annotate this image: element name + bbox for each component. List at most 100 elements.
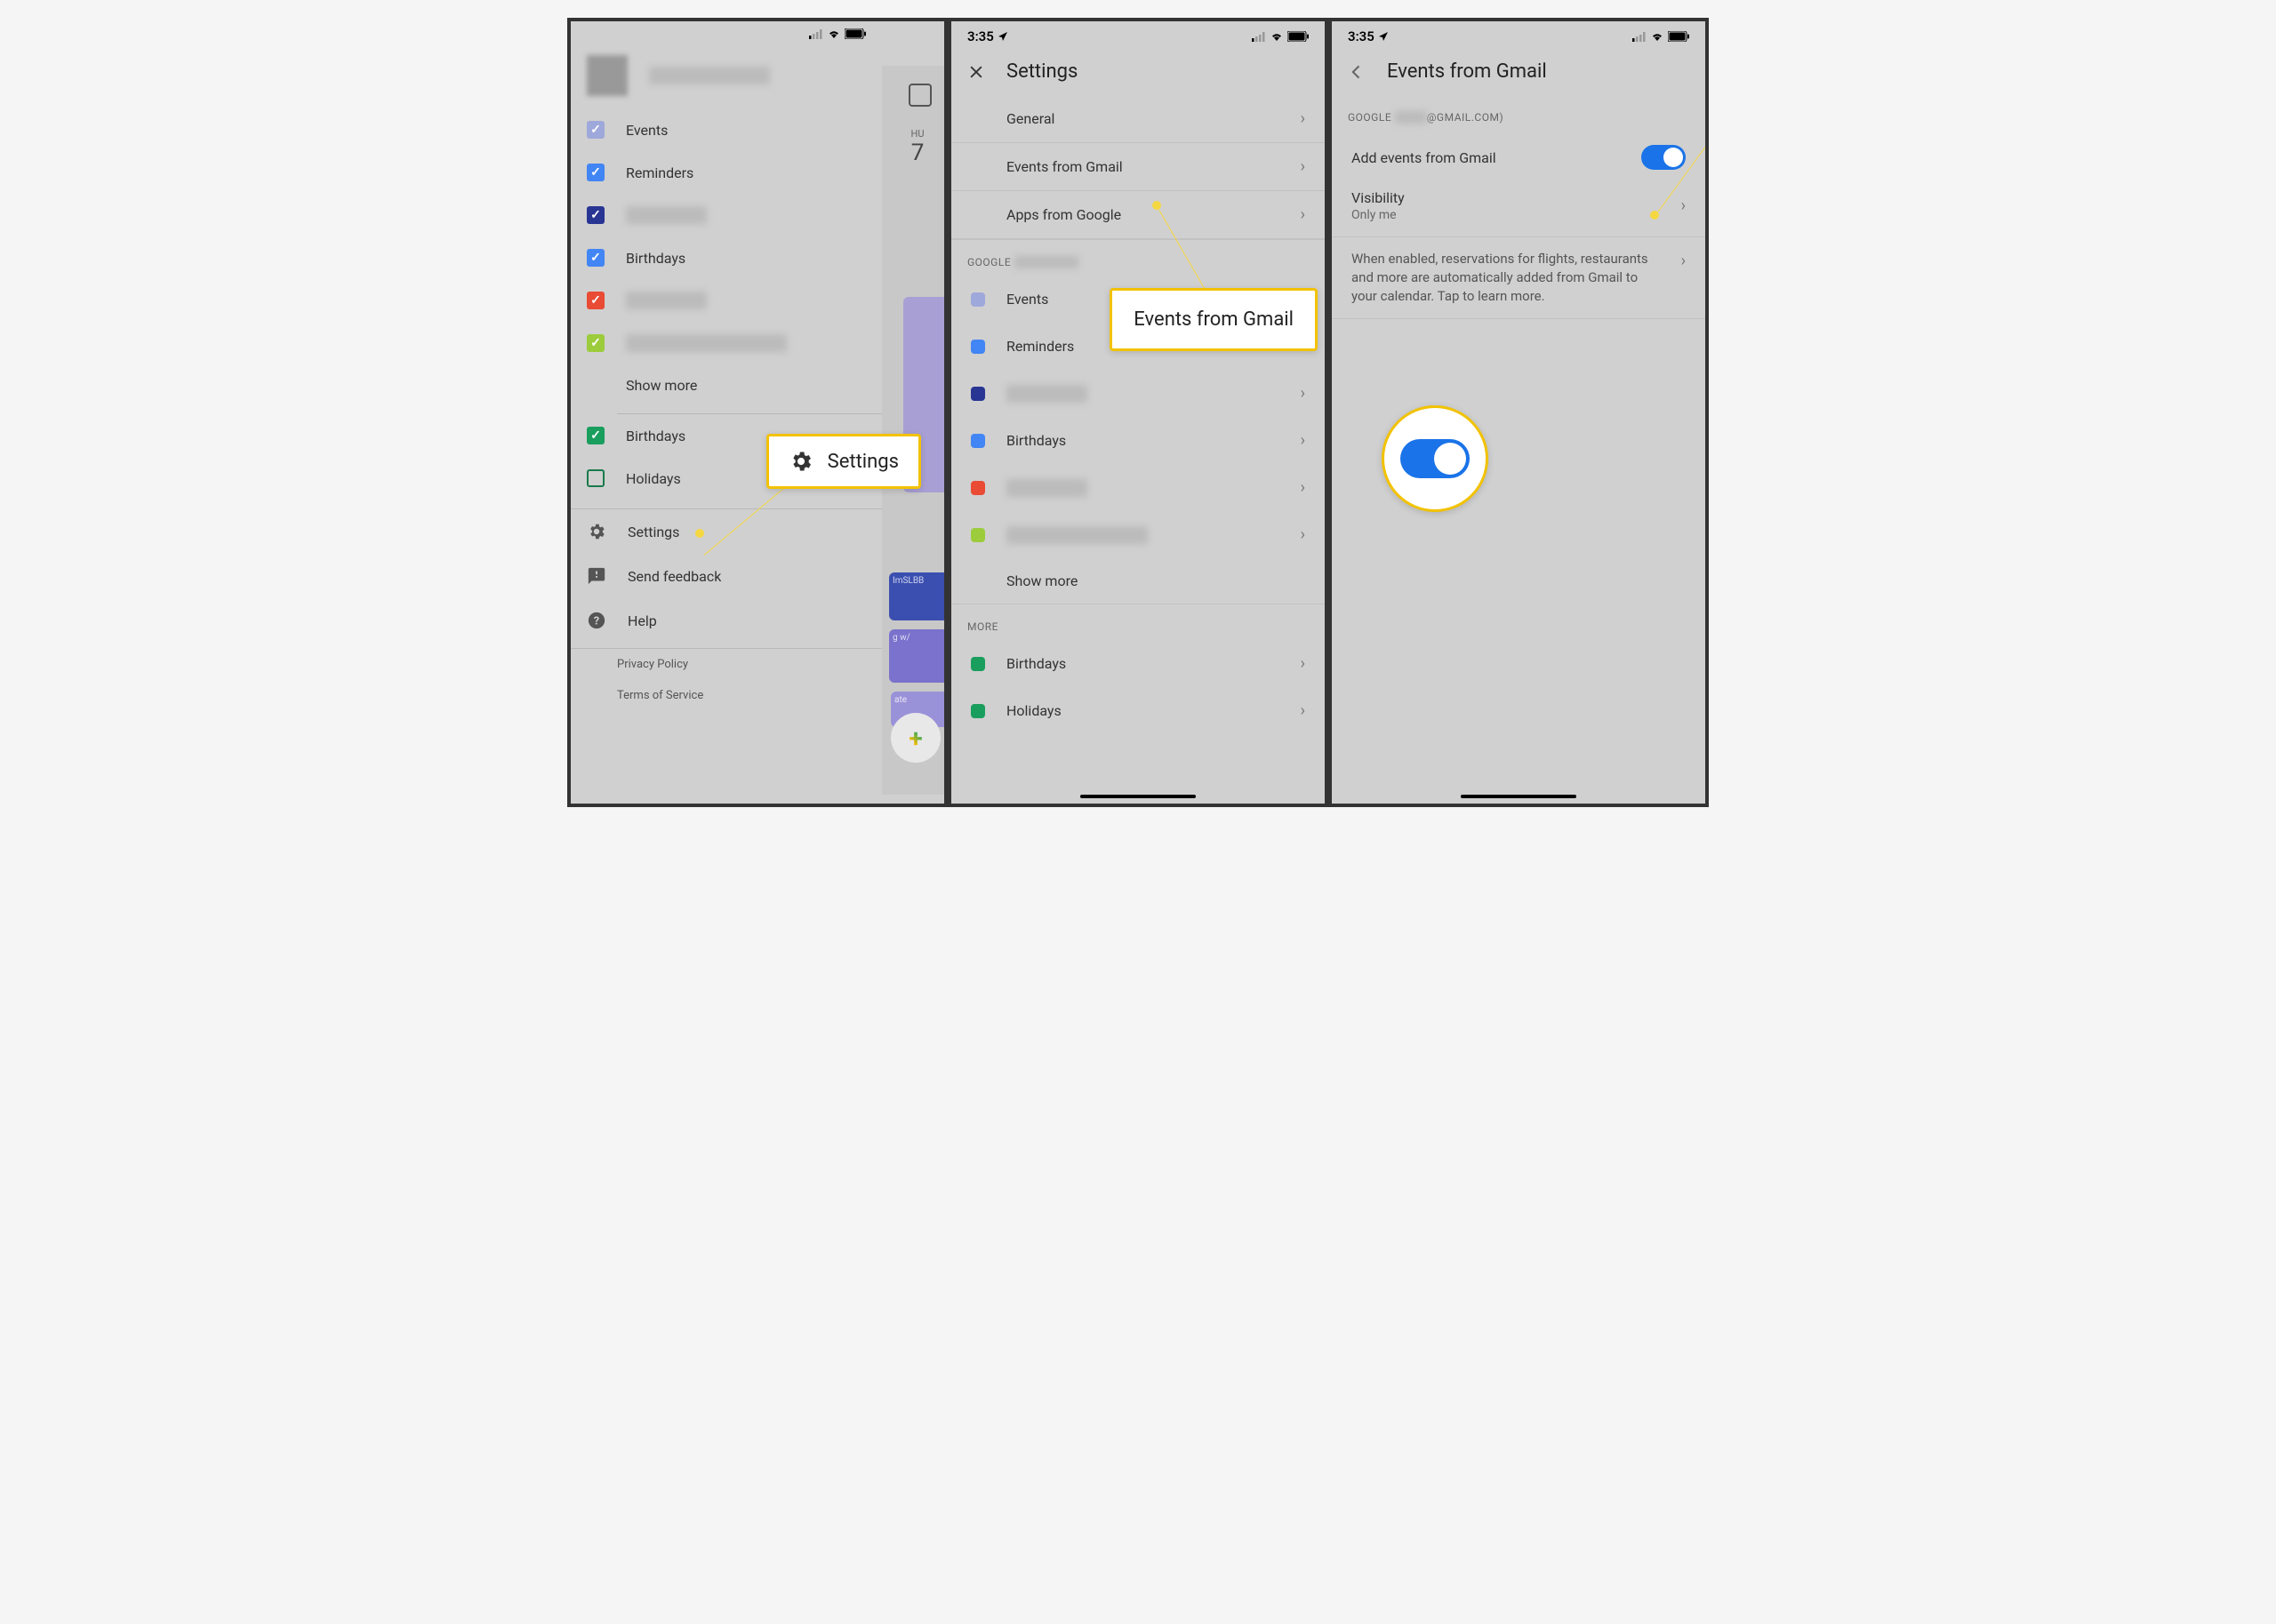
section-google: GOOGLE ████████ — [951, 239, 1325, 276]
item-label: Events from Gmail — [1006, 158, 1123, 175]
color-swatch — [971, 292, 985, 307]
chevron-right-icon: › — [1301, 525, 1305, 544]
settings-label: Settings — [628, 524, 679, 540]
checkbox-icon[interactable]: ✓ — [587, 249, 605, 267]
account-name: ████████████ — [649, 67, 770, 84]
calendar-label: ████████ — [626, 206, 707, 224]
feedback-label: Send feedback — [628, 568, 721, 585]
callout-dot — [1650, 211, 1659, 220]
account-header[interactable]: ████████████ — [571, 43, 882, 108]
calendar-item[interactable]: ✓ ████████████████ — [571, 322, 882, 364]
toggle-on[interactable] — [1641, 145, 1686, 170]
help-label: Help — [628, 612, 657, 629]
calendar-label: Birthdays — [626, 250, 685, 267]
gear-icon — [587, 522, 606, 541]
calendar-item[interactable]: ✓ ████████ — [571, 194, 882, 236]
settings-item[interactable]: General › — [951, 95, 1325, 143]
callout-dot — [1152, 201, 1161, 210]
callout-events-gmail: Events from Gmail — [1110, 288, 1318, 351]
callout-toggle — [1382, 405, 1488, 512]
chevron-right-icon: › — [1681, 196, 1686, 215]
calendar-settings-item[interactable]: Birthdays › — [951, 640, 1325, 687]
color-swatch — [971, 657, 985, 671]
callout-label: Settings — [828, 451, 899, 473]
wifi-icon — [1270, 31, 1284, 42]
calendar-label: Birthdays — [626, 428, 685, 444]
chevron-right-icon: › — [1301, 384, 1305, 403]
terms-link[interactable]: Terms of Service — [571, 680, 882, 711]
chevron-right-icon: › — [1301, 157, 1305, 176]
detail-header: Events from Gmail — [1332, 48, 1705, 95]
chevron-right-icon: › — [1301, 109, 1305, 128]
checkbox-icon[interactable]: ✓ — [587, 334, 605, 352]
callout-settings: Settings — [766, 434, 921, 489]
calendar-item[interactable]: ✓ Birthdays — [571, 236, 882, 279]
help-menu-item[interactable]: ? Help — [571, 598, 882, 643]
settings-menu-item[interactable]: Settings — [571, 509, 882, 554]
calendar-settings-item[interactable]: ████████ › — [951, 370, 1325, 417]
calendar-item[interactable]: ✓ ████████ — [571, 279, 882, 322]
event-block-2: ImSLBB — [889, 572, 944, 620]
privacy-link[interactable]: Privacy Policy — [571, 649, 882, 680]
calendar-item[interactable]: ✓ Reminders — [571, 151, 882, 194]
calendar-item[interactable]: ✓ Events — [571, 108, 882, 151]
item-label: ████████ — [1006, 479, 1087, 497]
calendar-settings-item[interactable]: Birthdays › — [951, 417, 1325, 464]
color-swatch — [971, 387, 985, 401]
svg-text:?: ? — [594, 615, 599, 628]
item-label: Birthdays — [1006, 655, 1066, 672]
home-indicator[interactable] — [1080, 795, 1196, 798]
chevron-right-icon: › — [1301, 431, 1305, 450]
wifi-icon — [827, 28, 841, 39]
wifi-icon — [1650, 31, 1664, 42]
checkbox-icon[interactable]: ✓ — [587, 121, 605, 139]
fab-add-button[interactable]: + — [891, 713, 941, 763]
home-indicator[interactable] — [1461, 795, 1576, 798]
color-swatch — [971, 528, 985, 542]
checkbox-icon[interactable]: ✓ — [587, 164, 605, 181]
show-more-label: Show more — [626, 377, 697, 394]
phone-screen-3: 3:35 Events from Gmail GOOGLE ████@GMAIL… — [1332, 21, 1705, 804]
color-swatch — [971, 340, 985, 354]
close-icon[interactable] — [967, 63, 985, 81]
settings-item[interactable]: Apps from Google › — [951, 191, 1325, 239]
add-events-row[interactable]: Add events from Gmail — [1332, 131, 1705, 184]
back-icon[interactable] — [1348, 63, 1366, 81]
item-label: Birthdays — [1006, 432, 1066, 449]
settings-item[interactable]: Events from Gmail › — [951, 143, 1325, 191]
callout-label: Events from Gmail — [1134, 308, 1294, 331]
checkbox-icon[interactable]: ✓ — [587, 427, 605, 444]
signal-icon — [1632, 32, 1647, 42]
page-title: Events from Gmail — [1387, 60, 1547, 83]
day-abbr: HU — [891, 128, 944, 140]
status-bar: 3:35 — [1332, 21, 1705, 48]
calendar-settings-item[interactable]: Holidays › — [951, 687, 1325, 734]
visibility-row[interactable]: Visibility Only me › — [1332, 184, 1705, 237]
calendar-settings-item[interactable]: ██████████████ › — [951, 511, 1325, 558]
avatar — [587, 55, 628, 96]
chevron-right-icon: › — [1301, 205, 1305, 224]
checkbox-icon[interactable]: ✓ — [587, 206, 605, 224]
description-row[interactable]: When enabled, reservations for flights, … — [1332, 237, 1705, 319]
color-swatch — [971, 434, 985, 448]
checkbox-empty-icon[interactable] — [587, 469, 605, 487]
feedback-icon — [587, 566, 606, 586]
item-label: Reminders — [1006, 338, 1074, 355]
phone-screen-1: HU 7 ImSLBB g w/ ate + ████████████ ✓ Ev… — [571, 21, 944, 804]
calendar-settings-item[interactable]: ████████ › — [951, 464, 1325, 511]
section-google: GOOGLE ████@GMAIL.COM) — [1332, 95, 1705, 131]
plus-icon: + — [909, 724, 922, 753]
show-more-button[interactable]: Show more — [951, 558, 1325, 604]
item-label: ████████ — [1006, 385, 1087, 403]
settings-header: Settings — [951, 48, 1325, 95]
show-more-button[interactable]: Show more — [571, 364, 882, 406]
status-bar — [571, 21, 882, 43]
chevron-right-icon: › — [1301, 654, 1305, 673]
checkbox-icon[interactable]: ✓ — [587, 292, 605, 309]
phone-screen-2: 3:35 Settings General › Events from Gmai… — [951, 21, 1325, 804]
calendar-label: Events — [626, 122, 668, 139]
calendar-label: Reminders — [626, 164, 693, 181]
color-swatch — [971, 481, 985, 495]
feedback-menu-item[interactable]: Send feedback — [571, 554, 882, 598]
calendar-background: HU 7 ImSLBB g w/ ate + — [882, 66, 944, 795]
